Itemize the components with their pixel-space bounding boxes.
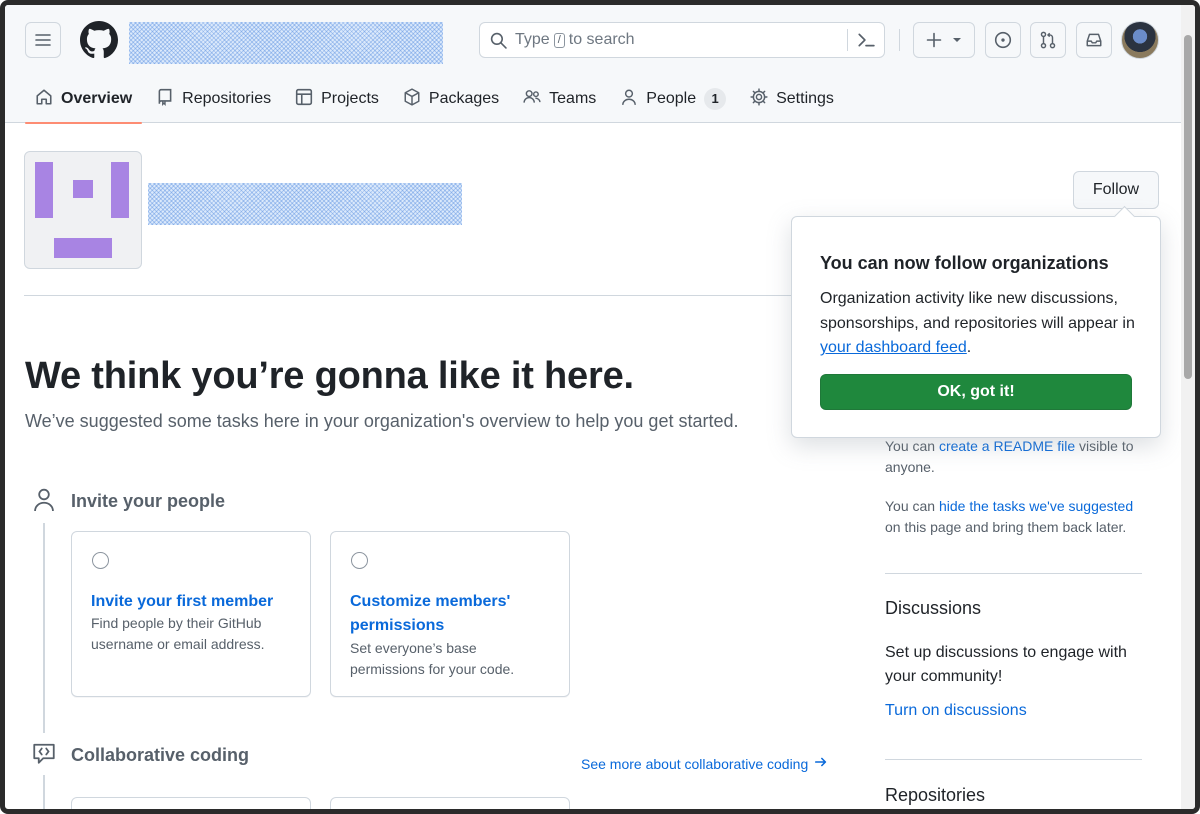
chevron-down-icon: [952, 35, 962, 45]
discussions-heading: Discussions: [885, 598, 982, 618]
org-name-breadcrumb[interactable]: [129, 22, 443, 64]
tab-people[interactable]: People 1: [610, 75, 736, 123]
avatar-block: [111, 162, 129, 218]
task-card-collab-1[interactable]: [71, 797, 311, 809]
global-header: Type / to search Overview Repositories P…: [5, 5, 1181, 124]
page-title: We think you’re gonna like it here.: [25, 355, 634, 397]
hamburger-icon: [35, 32, 51, 48]
follow-button[interactable]: Follow: [1073, 171, 1159, 209]
create-new-button[interactable]: [913, 22, 975, 58]
see-more-label: See more about collaborative coding: [581, 755, 809, 772]
person-icon: [33, 487, 55, 518]
issue-opened-icon: [994, 31, 1012, 49]
tab-label: Repositories: [182, 90, 272, 107]
tab-label: Teams: [549, 90, 597, 107]
task-title[interactable]: Invite your first member: [91, 590, 296, 614]
tab-packages[interactable]: Packages: [393, 75, 509, 123]
hint-text: on this page and bring them back later.: [885, 519, 1127, 535]
people-icon: [523, 88, 541, 111]
scrollbar-thumb[interactable]: [1184, 35, 1192, 379]
pull-requests-button[interactable]: [1030, 22, 1066, 58]
timeline-line: [43, 523, 45, 733]
popover-body-text: .: [966, 339, 972, 356]
readme-hint: You can create a README file visible to …: [885, 436, 1147, 478]
tab-label: Overview: [61, 90, 133, 107]
section-title-collab: Collaborative coding: [71, 745, 250, 765]
dashboard-feed-link[interactable]: your dashboard feed: [820, 339, 967, 356]
ok-got-it-button[interactable]: OK, got it!: [820, 374, 1132, 410]
hide-tasks-hint: You can hide the tasks we've suggested o…: [885, 496, 1147, 538]
see-more-collab-link[interactable]: See more about collaborative coding: [581, 755, 828, 772]
tab-projects[interactable]: Projects: [285, 75, 389, 123]
discussions-text: Set up discussions to engage with your c…: [885, 644, 1127, 685]
inbox-icon: [1085, 31, 1103, 49]
sidebar-divider: [885, 759, 1142, 760]
inbox-button[interactable]: [1076, 22, 1112, 58]
search-divider: [847, 29, 848, 51]
org-name: [148, 183, 462, 225]
search-placeholder-prefix: Type: [515, 31, 550, 48]
issues-button[interactable]: [985, 22, 1021, 58]
user-avatar[interactable]: [1121, 21, 1159, 59]
avatar-block: [54, 238, 112, 258]
person-icon: [620, 88, 638, 111]
page-subtitle: We’ve suggested some tasks here in your …: [25, 411, 739, 431]
task-checkbox[interactable]: [92, 552, 109, 569]
code-review-icon: [32, 741, 56, 770]
tab-repositories[interactable]: Repositories: [146, 75, 281, 123]
tab-settings[interactable]: Settings: [740, 75, 844, 123]
search-placeholder-suffix: to search: [568, 31, 635, 48]
task-card-collab-2[interactable]: [330, 797, 570, 809]
table-icon: [295, 88, 313, 111]
avatar-block: [73, 180, 93, 198]
follow-orgs-popover: You can now follow organizations Organiz…: [791, 216, 1161, 438]
tab-label: Settings: [776, 90, 834, 107]
org-avatar: [24, 151, 142, 269]
search-shortcut-key: /: [553, 32, 565, 48]
header-divider: [899, 29, 900, 51]
task-card-invite-member[interactable]: Invite your first member Find people by …: [71, 531, 311, 697]
timeline-line: [43, 775, 45, 809]
repo-icon: [156, 88, 174, 111]
org-nav-tabs: Overview Repositories Projects Packages …: [25, 75, 848, 124]
section-title-invite: Invite your people: [71, 491, 226, 511]
task-title[interactable]: Customize members' permissions: [350, 590, 555, 638]
menu-button[interactable]: [25, 22, 61, 58]
avatar-block: [35, 162, 53, 218]
tab-teams[interactable]: Teams: [513, 75, 606, 123]
plus-icon: [926, 32, 942, 48]
home-icon: [35, 88, 53, 111]
hint-text: You can: [885, 438, 939, 454]
tab-overview[interactable]: Overview: [25, 75, 143, 124]
tab-label: People: [646, 90, 697, 107]
github-logo-icon[interactable]: [80, 21, 118, 64]
create-readme-link[interactable]: create a README file: [939, 438, 1075, 454]
task-checkbox[interactable]: [351, 552, 368, 569]
task-description: Set everyone’s base permissions for your…: [350, 640, 515, 677]
task-description: Find people by their GitHub username or …: [91, 615, 265, 652]
gear-icon: [750, 87, 768, 111]
people-count-badge: 1: [704, 88, 727, 110]
task-card-customize-permissions[interactable]: Customize members' permissions Set every…: [330, 531, 570, 697]
arrow-right-icon: [814, 755, 828, 772]
popover-title: You can now follow organizations: [820, 253, 1109, 273]
hide-tasks-link[interactable]: hide the tasks we've suggested: [939, 498, 1133, 514]
search-input[interactable]: Type / to search: [479, 22, 885, 58]
repositories-heading: Repositories: [885, 785, 986, 805]
terminal-icon[interactable]: [857, 31, 875, 49]
hint-text: You can: [885, 498, 939, 514]
tab-label: Packages: [428, 90, 500, 107]
popover-body-text: Organization activity like new discussio…: [820, 290, 1135, 332]
browser-window: Type / to search Overview Repositories P…: [0, 0, 1200, 814]
tab-label: Projects: [321, 90, 379, 107]
turn-on-discussions-link[interactable]: Turn on discussions: [885, 702, 1027, 720]
package-icon: [403, 87, 421, 111]
sidebar-divider: [885, 573, 1142, 574]
search-icon: [490, 32, 507, 49]
popover-body: Organization activity like new discussio…: [820, 287, 1136, 361]
git-pull-request-icon: [1039, 31, 1057, 49]
